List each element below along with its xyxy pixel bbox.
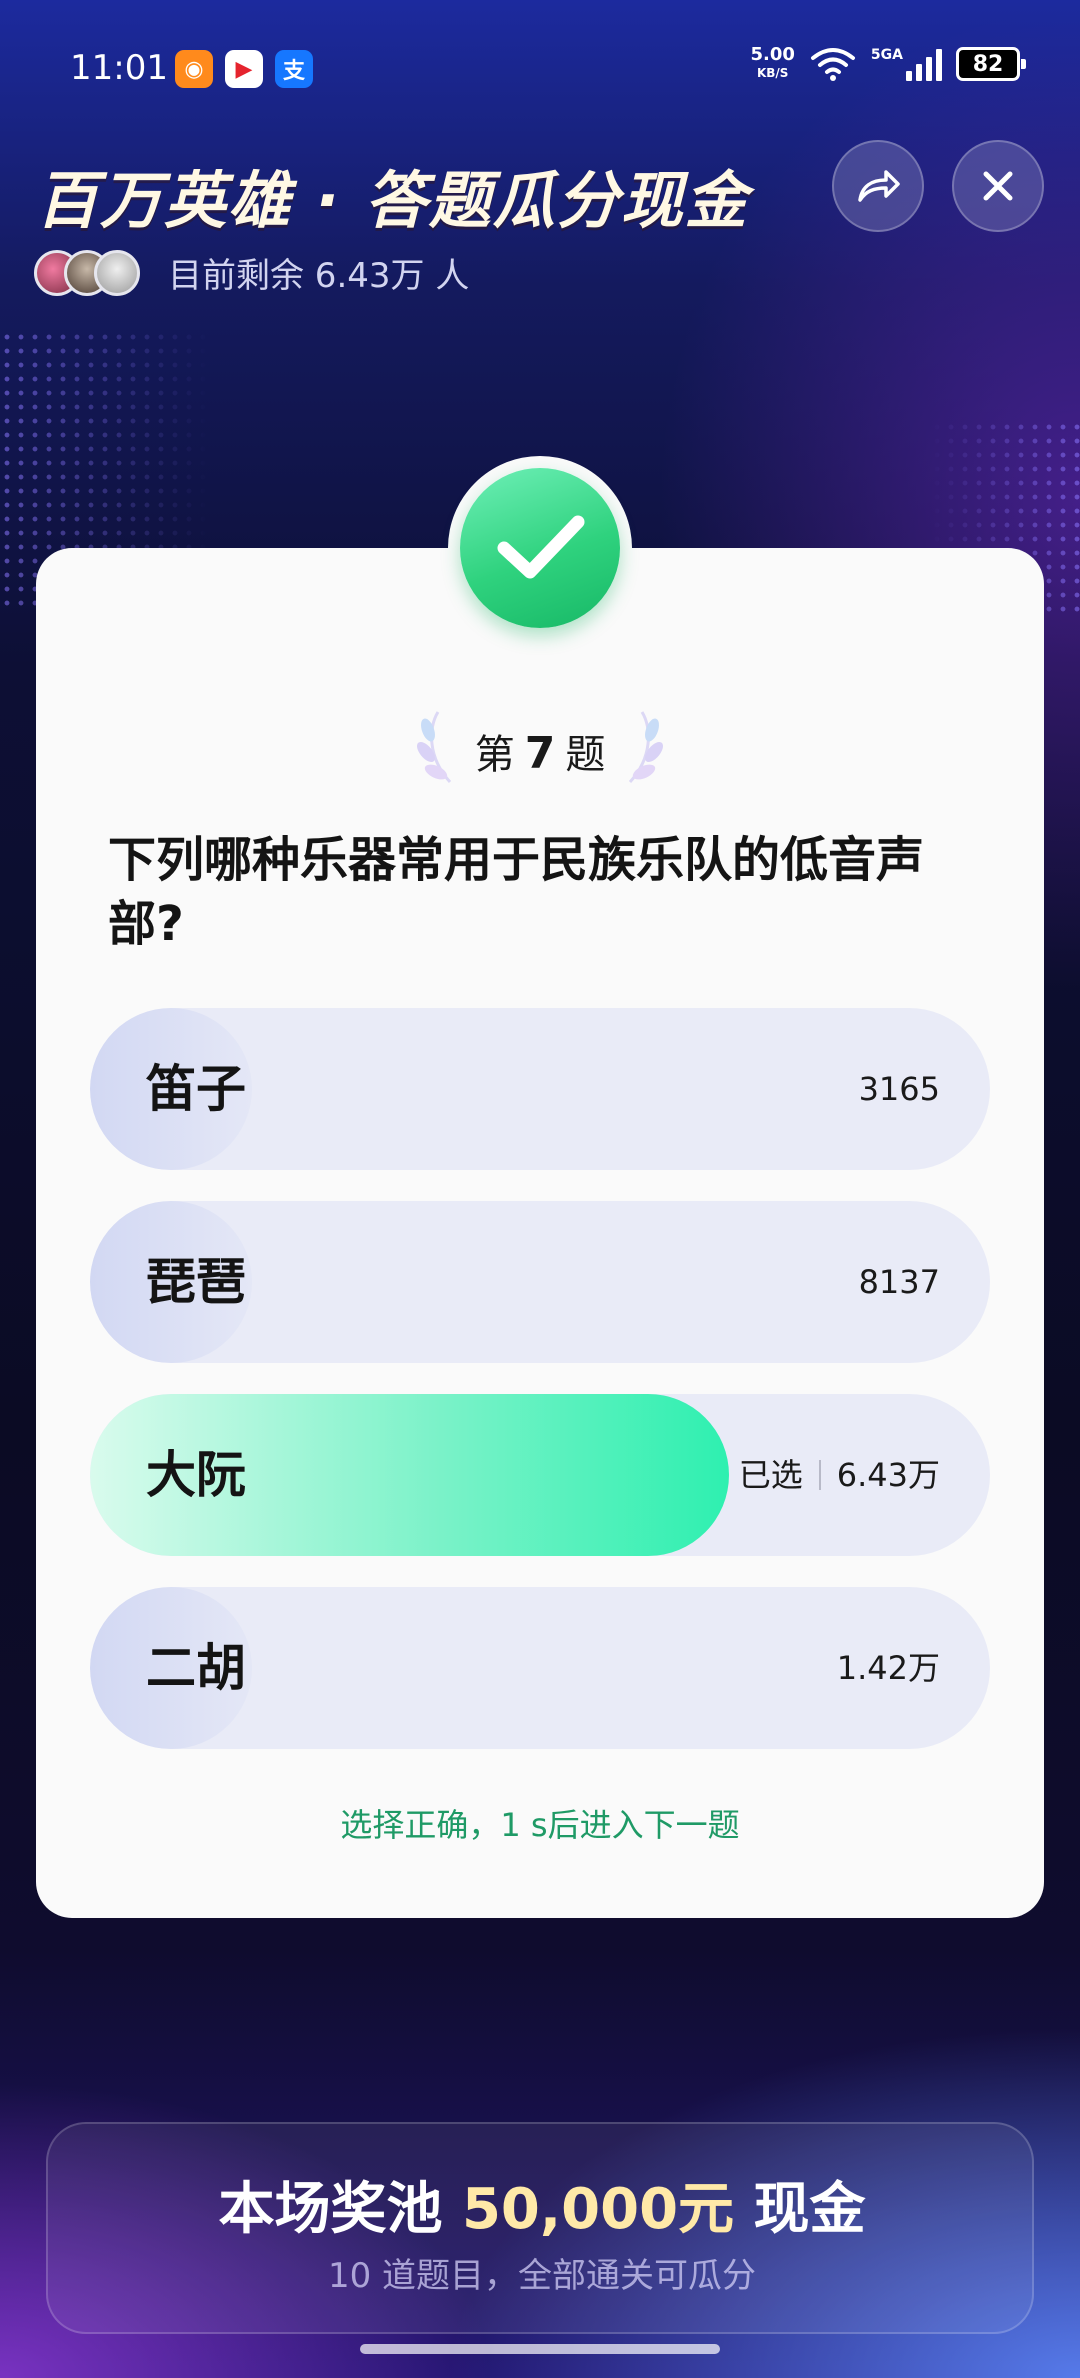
remaining-count-text: 目前剩余 6.43万 人 (168, 256, 470, 296)
avatar (94, 249, 140, 296)
prize-pool-title: 本场奖池 50,000元 现金 (218, 2177, 866, 2242)
close-button[interactable] (952, 140, 1044, 232)
option-count: 1.42万 (836, 1649, 940, 1687)
option-count: 3165 (858, 1070, 940, 1108)
option-label: 二胡 (146, 1639, 246, 1697)
answer-option[interactable]: 二胡 1.42万 (90, 1587, 990, 1749)
correct-badge (460, 468, 620, 628)
wifi-icon (810, 48, 855, 81)
battery-indicator: 82 (956, 47, 1026, 81)
status-bar: 11:01 ◉ ▶ 支 5.00 KB/S 5GA 82 (0, 0, 1080, 140)
option-label: 笛子 (146, 1060, 246, 1118)
result-message: 选择正确，1 s后进入下一题 (340, 1806, 740, 1844)
network-speed: 5.00 KB/S (750, 44, 795, 81)
prize-pool-banner: 本场奖池 50,000元 现金 10 道题目，全部通关可瓜分 (46, 2122, 1034, 2334)
option-count: 6.43万 (836, 1456, 940, 1494)
video-app-icon: ▶ (225, 50, 263, 88)
status-indicators: 5.00 KB/S 5GA 82 (750, 44, 1026, 82)
option-label: 琵琶 (146, 1253, 246, 1311)
close-icon (983, 171, 1013, 201)
cellular-signal: 5GA (871, 47, 942, 81)
question-number: 第7题 (474, 728, 606, 779)
option-label: 大阮 (146, 1446, 246, 1504)
share-button[interactable] (832, 140, 924, 232)
selected-tag: 已选 (739, 1459, 821, 1491)
app-icon-orange: ◉ (175, 50, 213, 88)
option-count: 8137 (858, 1263, 940, 1301)
prize-amount: 50,000元 (461, 2177, 735, 2242)
share-arrow-icon (858, 170, 900, 202)
status-time: 11:01 (70, 48, 168, 88)
checkmark-icon (497, 515, 585, 579)
alipay-icon: 支 (275, 50, 313, 88)
avatar-stack (34, 249, 140, 296)
home-indicator[interactable] (360, 2344, 720, 2354)
prize-pool-subtitle: 10 道题目，全部通关可瓜分 (327, 2256, 757, 2296)
option-count-wrapper: 已选 6.43万 (739, 1394, 940, 1556)
page-title: 百万英雄 · 答题瓜分现金 (36, 164, 749, 237)
question-text: 下列哪种乐器常用于民族乐队的低音声部? (108, 832, 925, 952)
network-type: 5GA (870, 47, 903, 63)
status-app-icons: ◉ ▶ 支 (175, 50, 313, 88)
signal-bars-icon (906, 47, 942, 81)
answer-option[interactable]: 琵琶 8137 (90, 1201, 990, 1363)
answer-option[interactable]: 笛子 3165 (90, 1008, 990, 1170)
answer-option-selected[interactable]: 大阮 已选 6.43万 (90, 1394, 990, 1556)
remaining-players: 目前剩余 6.43万 人 (34, 248, 469, 297)
